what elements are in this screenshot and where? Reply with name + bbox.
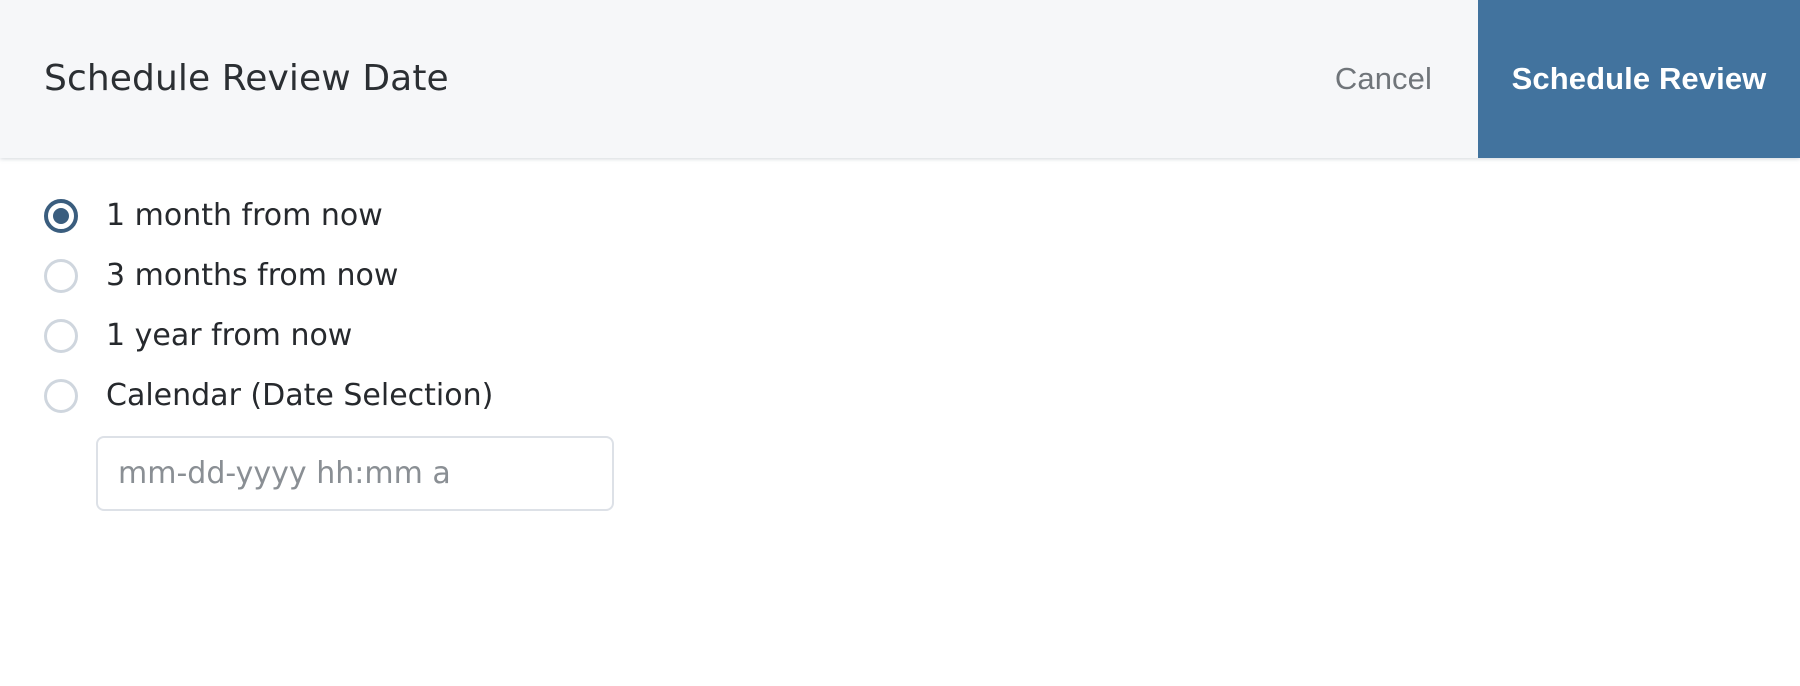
dialog-header: Schedule Review Date Cancel Schedule Rev… (0, 0, 1800, 158)
date-time-input[interactable] (96, 436, 614, 511)
radio-option-3-months[interactable]: 3 months from now (44, 246, 1800, 306)
header-actions: Cancel Schedule Review (1289, 0, 1800, 158)
radio-option-label: 3 months from now (106, 258, 399, 293)
radio-button-icon[interactable] (44, 259, 78, 293)
radio-option-calendar[interactable]: Calendar (Date Selection) (44, 366, 1800, 426)
review-date-radio-group: 1 month from now 3 months from now 1 yea… (0, 186, 1800, 426)
radio-option-1-year[interactable]: 1 year from now (44, 306, 1800, 366)
radio-option-label: 1 month from now (106, 198, 383, 233)
date-field-wrapper (0, 436, 1800, 511)
radio-button-icon[interactable] (44, 319, 78, 353)
radio-option-label: Calendar (Date Selection) (106, 378, 494, 413)
schedule-review-button[interactable]: Schedule Review (1478, 0, 1800, 158)
radio-option-1-month[interactable]: 1 month from now (44, 186, 1800, 246)
radio-option-label: 1 year from now (106, 318, 353, 353)
radio-button-icon[interactable] (44, 199, 78, 233)
page-title: Schedule Review Date (44, 58, 449, 100)
radio-button-icon[interactable] (44, 379, 78, 413)
cancel-button[interactable]: Cancel (1289, 0, 1478, 158)
schedule-review-dialog: Schedule Review Date Cancel Schedule Rev… (0, 0, 1800, 686)
radio-selected-dot-icon (53, 208, 69, 224)
dialog-body: 1 month from now 3 months from now 1 yea… (0, 158, 1800, 511)
